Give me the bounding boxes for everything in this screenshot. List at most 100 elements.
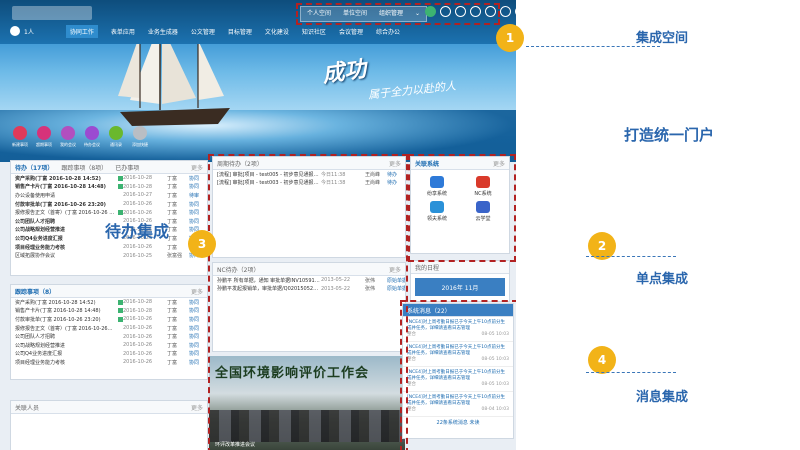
item-person: 丁富: [167, 325, 178, 332]
list-item[interactable]: 付款审批单(丁富 2016-10-26 23:20) 2016-10-26 丁富 协同: [11, 200, 207, 209]
item-title[interactable]: 项目经理业务能力考核: [15, 359, 123, 366]
message-integration-frame: [400, 300, 516, 450]
item-person: 丁富: [167, 227, 178, 234]
tab-pending[interactable]: 待办（17项）: [15, 163, 53, 172]
item-title[interactable]: 项目经理业务能力考核: [15, 244, 123, 251]
item-title[interactable]: 办公设备使用申请: [15, 192, 123, 199]
more-link[interactable]: 更多: [191, 403, 203, 412]
item-title[interactable]: 公司战略规划经营推进: [15, 342, 123, 349]
list-item[interactable]: 资产采购(丁富 2016-10-28 14:52) 2016-10-28 丁富 协同: [11, 174, 207, 183]
item-title[interactable]: 销售产卡片(丁富 2016-10-28 14:48): [15, 183, 116, 190]
list-item[interactable]: 付款审批单(丁富 2016-10-26 23:20) 2016-10-26 丁富 协同: [11, 315, 207, 324]
item-title[interactable]: 区域拓展协作会议: [15, 252, 123, 259]
calendar-month[interactable]: 2016年 11月: [415, 278, 505, 296]
quick-action-3[interactable]: 待办会议: [84, 126, 100, 148]
list-item[interactable]: 办公设备使用申请 2016-10-27 丁富 待审: [11, 191, 207, 200]
item-title[interactable]: 公司Q4业务进度汇报: [15, 350, 123, 357]
badge-1: 1: [496, 24, 524, 52]
list-item[interactable]: 销售产卡片(丁富 2016-10-28 14:48) 2016-10-28 丁富 协同: [11, 183, 207, 192]
avatar[interactable]: [10, 26, 20, 36]
quick-action-label: 超期事项: [36, 142, 52, 147]
people-panel-header: 关联人员 更多: [11, 401, 207, 414]
nav-item-meetings[interactable]: 会议管理: [339, 27, 363, 36]
item-title[interactable]: 资产采购(丁富 2016-10-28 14:52): [15, 175, 116, 182]
quick-action-label: 我的会议: [60, 142, 76, 147]
nav-item-office[interactable]: 综合办公: [376, 27, 400, 36]
portal-screenshot: 成功 属于全力以赴的人 个人空间 单位空间 组织管理 ⌄ 1人 协同工作 表单应…: [0, 0, 516, 450]
item-title[interactable]: 付款审批单(丁富 2016-10-26 23:20): [15, 201, 123, 208]
quick-action-icon: [13, 126, 27, 140]
item-date: 2016-10-28: [123, 307, 153, 314]
item-person: 张富强: [167, 253, 183, 260]
quick-action-4[interactable]: 通讯录: [108, 126, 124, 148]
quick-action-2[interactable]: 我的会议: [60, 126, 76, 148]
list-item[interactable]: 项目经理业务能力考核2016-10-26丁富协同: [11, 243, 207, 252]
item-date: 2016-10-26: [123, 244, 153, 251]
tab-tracking[interactable]: 跟踪事项（8项）: [61, 163, 107, 172]
item-date: 2016-10-28: [123, 183, 153, 190]
logo: [12, 6, 92, 20]
quick-action-icon: [37, 126, 51, 140]
people-panel: 关联人员 更多: [10, 400, 208, 450]
item-status: 协同: [189, 218, 200, 225]
item-date: 2016-10-26: [123, 333, 153, 340]
tab-done[interactable]: 已办事项: [115, 163, 139, 172]
user-count: 1人: [24, 28, 34, 36]
nav-item-docs[interactable]: 公文管理: [191, 27, 215, 36]
more-link[interactable]: 更多: [191, 163, 203, 172]
item-date: 2016-10-26: [123, 201, 153, 208]
list-item[interactable]: 公司Q4业务进度汇报2016-10-26 丁富 协同: [11, 350, 207, 359]
list-item[interactable]: 报修报告正文（首寄）(丁富 2016-10-26... 2016-10-26 丁富 协…: [11, 324, 207, 333]
item-status: 协同: [189, 334, 200, 341]
quick-action-5[interactable]: 添加快捷: [132, 126, 148, 148]
item-person: 丁富: [167, 359, 178, 366]
item-status: 协同: [189, 359, 200, 366]
list-item[interactable]: 销售产卡片(丁富 2016-10-28 14:48) 2016-10-28 丁富 协同: [11, 307, 207, 316]
nav-item-forms[interactable]: 表单应用: [111, 27, 135, 36]
list-item[interactable]: 报修报告正文（首寄）(丁富 2016-10-26 15:26) 2016-10-2…: [11, 208, 207, 217]
list-item[interactable]: 公司团队人才招聘 2016-10-26 丁富 协同: [11, 332, 207, 341]
quick-action-label: 通讯录: [110, 142, 122, 147]
single-sign-on-frame: [408, 154, 516, 262]
tab-tracking-items[interactable]: 跟踪事项（8）: [15, 287, 55, 296]
item-date: 2016-10-26: [123, 316, 153, 323]
nav-item-goals[interactable]: 目标管理: [228, 27, 252, 36]
list-item[interactable]: 资产采购(丁富 2016-10-28 14:52) 2016-10-28 丁富 协同: [11, 298, 207, 307]
label-single-sign-on: 单点集成: [636, 272, 689, 287]
nav-item-culture[interactable]: 文化建设: [265, 27, 289, 36]
nav-item-knowledge[interactable]: 知识社区: [302, 27, 326, 36]
power-icon[interactable]: [515, 6, 516, 17]
item-date: 2016-10-26: [123, 350, 153, 357]
quick-action-1[interactable]: 超期事项: [36, 126, 52, 148]
item-title[interactable]: 资产采购(丁富 2016-10-28 14:52): [15, 299, 116, 306]
item-title[interactable]: 销售产卡片(丁富 2016-10-28 14:48): [15, 307, 116, 314]
item-title[interactable]: 公司团队人才招聘: [15, 333, 123, 340]
list-item[interactable]: 公司战略规划经营推进 2016-10-26 丁富 协同: [11, 341, 207, 350]
item-date: 2016-10-28: [123, 175, 153, 182]
item-title[interactable]: 报修报告正文（首寄）(丁富 2016-10-26...: [15, 325, 123, 332]
quick-action-icon: [109, 126, 123, 140]
quick-action-0[interactable]: 新建事项: [12, 126, 28, 148]
item-person: 丁富: [167, 218, 178, 225]
slogan-sub: 属于全力以赴的人: [367, 79, 457, 102]
item-title[interactable]: 付款审批单(丁富 2016-10-26 23:20): [15, 316, 116, 323]
slogan-main: 成功: [320, 56, 368, 88]
badge-3: 3: [188, 230, 216, 258]
quick-action-label: 添加快捷: [132, 142, 148, 147]
skin-icon[interactable]: [500, 6, 511, 17]
quick-action-icon: [61, 126, 75, 140]
label-space-integration: 集成空间: [636, 31, 689, 46]
more-link[interactable]: 更多: [191, 287, 203, 296]
quick-actions: 新建事项 超期事项 我的会议 待办会议 通讯录 添加快捷: [12, 126, 148, 148]
list-item[interactable]: 区域拓展协作会议 2016-10-25 张富强 协同: [11, 251, 207, 260]
list-item[interactable]: 项目经理业务能力考核2016-10-26丁富协同: [11, 358, 207, 367]
item-date: 2016-10-26: [123, 325, 153, 332]
item-title[interactable]: 报修报告正文（首寄）(丁富 2016-10-26 15:26): [15, 209, 116, 216]
nav-item-biz-builder[interactable]: 业务生成器: [148, 27, 178, 36]
item-person: 丁富: [167, 175, 178, 182]
item-person: 丁富: [167, 316, 178, 323]
item-person: 丁富: [167, 299, 178, 306]
nav-item-collab[interactable]: 协同工作: [65, 24, 98, 38]
item-status: 协同: [189, 184, 200, 191]
quick-action-label: 待办会议: [84, 142, 100, 147]
